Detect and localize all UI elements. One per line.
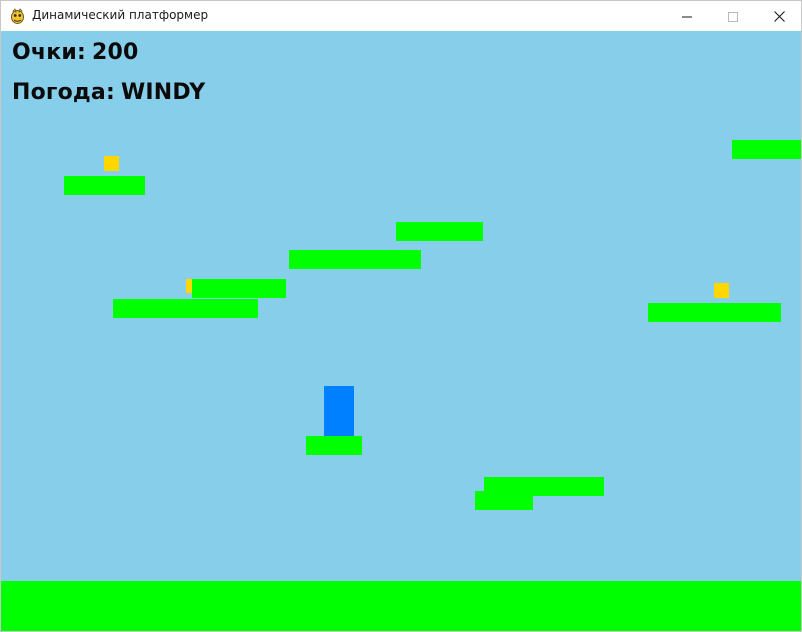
platform (648, 303, 781, 322)
platform (113, 299, 258, 318)
weather-display: Погода: WINDY (12, 80, 205, 105)
score-label: Очки: (12, 40, 86, 65)
score-display: Очки: 200 (12, 40, 138, 65)
game-window: Динамический платформер Очки: 200 Погода… (0, 0, 802, 632)
close-icon (773, 7, 785, 26)
pygame-snake-icon (10, 8, 25, 24)
platform (64, 176, 145, 195)
platform (732, 140, 801, 159)
platform (475, 491, 533, 510)
ground (1, 581, 801, 631)
minimize-button[interactable] (664, 1, 710, 31)
coin (714, 283, 729, 298)
weather-value: WINDY (120, 80, 206, 105)
score-value: 200 (91, 40, 139, 65)
maximize-button[interactable] (710, 1, 756, 31)
platform (306, 436, 362, 455)
window-title: Динамический платформер (32, 8, 209, 22)
platform (289, 250, 421, 269)
minimize-icon (682, 7, 692, 26)
coin (104, 156, 119, 171)
platform (192, 279, 286, 298)
weather-label: Погода: (12, 80, 115, 105)
title-bar[interactable]: Динамический платформер (1, 1, 801, 31)
platform (396, 222, 483, 241)
game-canvas[interactable]: Очки: 200 Погода: WINDY (1, 31, 801, 631)
close-button[interactable] (756, 1, 801, 31)
player-character (324, 386, 354, 436)
maximize-icon (728, 7, 738, 26)
